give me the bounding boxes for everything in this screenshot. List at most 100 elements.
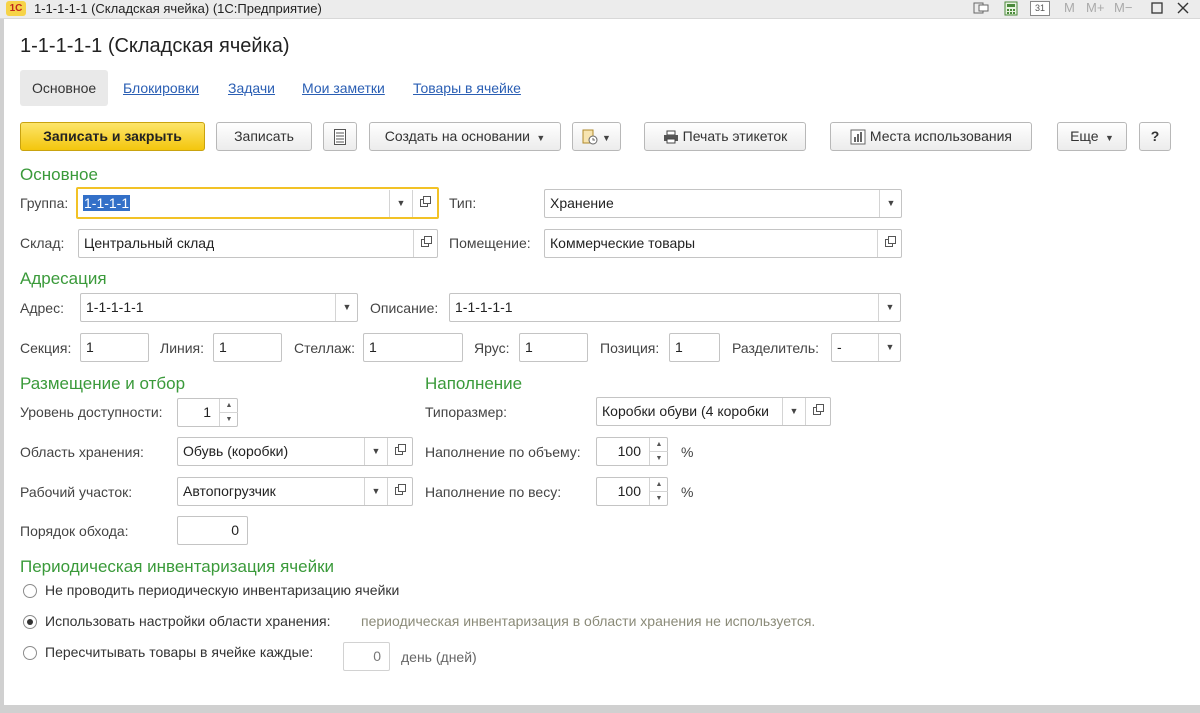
by-volume-value: 100: [617, 443, 641, 459]
group-label: Группа:: [20, 195, 69, 211]
section-placement-header: Размещение и отбор: [20, 374, 186, 393]
open-icon[interactable]: [387, 478, 412, 505]
maximize-button[interactable]: [1146, 0, 1168, 18]
radio-use-area-settings-label[interactable]: Использовать настройки области хранения:: [45, 613, 331, 629]
section-number-label: Секция:: [20, 340, 72, 356]
chevron-down-icon[interactable]: ▼: [878, 334, 901, 361]
tab-locks[interactable]: Блокировки: [123, 70, 199, 106]
memory-minus-button[interactable]: M−: [1114, 0, 1132, 15]
radio-recount-every[interactable]: [23, 646, 37, 660]
storage-area-field[interactable]: Обувь (коробки) ▼: [177, 437, 413, 466]
radio-no-inventory[interactable]: [23, 584, 37, 598]
chevron-down-icon[interactable]: ▼: [389, 190, 412, 217]
description-label: Описание:: [370, 300, 439, 316]
by-weight-label: Наполнение по весу:: [425, 484, 562, 500]
chevron-down-icon[interactable]: ▼: [782, 398, 805, 425]
chevron-down-icon[interactable]: ▼: [878, 294, 901, 321]
page-title: 1-1-1-1-1 (Складская ячейка): [20, 35, 290, 57]
size-label: Типоразмер:: [425, 404, 508, 420]
calendar-icon[interactable]: 31: [1030, 1, 1050, 16]
separator-value: -: [837, 339, 842, 355]
address-label: Адрес:: [20, 300, 64, 316]
access-level-field[interactable]: 1 ▲ ▼: [177, 398, 238, 427]
memory-m-button[interactable]: M: [1064, 0, 1075, 15]
address-value: 1-1-1-1-1: [86, 299, 144, 315]
open-icon[interactable]: [387, 438, 412, 465]
tab-goods-in-cell[interactable]: Товары в ячейке: [413, 70, 521, 106]
section-filling-header: Наполнение: [425, 374, 523, 393]
type-label: Тип:: [449, 195, 477, 211]
storage-area-label: Область хранения:: [20, 444, 144, 460]
chevron-down-icon: ▼: [601, 133, 611, 143]
description-field[interactable]: 1-1-1-1-1 ▼: [449, 293, 901, 322]
tier-label: Ярус:: [474, 340, 510, 356]
by-volume-percent: %: [681, 444, 694, 460]
recount-days-field[interactable]: 0: [343, 642, 390, 671]
room-label: Помещение:: [449, 235, 531, 251]
section-number-value: 1: [86, 339, 94, 355]
memory-plus-button[interactable]: M+: [1086, 0, 1104, 15]
by-weight-spinner[interactable]: ▲ ▼: [649, 478, 668, 505]
radio-recount-every-label[interactable]: Пересчитывать товары в ячейке каждые:: [45, 644, 313, 660]
chevron-down-icon[interactable]: ▼: [335, 294, 358, 321]
print-labels-button[interactable]: Печать этикеток: [644, 122, 806, 151]
help-button[interactable]: ?: [1139, 122, 1171, 151]
warehouse-field[interactable]: Центральный склад: [78, 229, 438, 258]
position-field[interactable]: 1: [669, 333, 720, 362]
size-field[interactable]: Коробки обуви (4 коробки ▼: [596, 397, 831, 426]
by-volume-field[interactable]: 100 ▲ ▼: [596, 437, 668, 466]
line-value: 1: [219, 339, 227, 355]
document-list-button[interactable]: [323, 122, 357, 151]
more-button[interactable]: Еще ▼: [1057, 122, 1127, 151]
chevron-down-icon[interactable]: ▼: [879, 190, 902, 217]
work-area-label: Рабочий участок:: [20, 484, 133, 500]
chevron-down-icon[interactable]: ▼: [364, 478, 387, 505]
open-icon[interactable]: [413, 230, 438, 257]
rack-field[interactable]: 1: [363, 333, 463, 362]
room-field[interactable]: Коммерческие товары: [544, 229, 902, 258]
access-level-label: Уровень доступности:: [20, 404, 163, 420]
by-weight-field[interactable]: 100 ▲ ▼: [596, 477, 668, 506]
report-menu-button[interactable]: ▼: [572, 122, 621, 151]
work-area-value: Автопогрузчик: [183, 483, 276, 499]
tab-my-notes[interactable]: Мои заметки: [302, 70, 385, 106]
save-and-close-button[interactable]: Записать и закрыть: [20, 122, 205, 151]
radio-no-inventory-label[interactable]: Не проводить периодическую инвентаризаци…: [45, 582, 399, 598]
line-label: Линия:: [160, 340, 205, 356]
save-button[interactable]: Записать: [216, 122, 312, 151]
radio-use-area-settings[interactable]: [23, 615, 37, 629]
section-main-header: Основное: [20, 165, 98, 184]
tab-tasks[interactable]: Задачи: [228, 70, 275, 106]
work-area-field[interactable]: Автопогрузчик ▼: [177, 477, 413, 506]
link-icon[interactable]: [972, 1, 990, 16]
by-volume-spinner[interactable]: ▲ ▼: [649, 438, 668, 465]
usage-places-button[interactable]: Места использования: [830, 122, 1032, 151]
calculator-icon[interactable]: [1002, 1, 1020, 16]
address-field[interactable]: 1-1-1-1-1 ▼: [80, 293, 358, 322]
open-icon[interactable]: [805, 398, 830, 425]
window-titlebar: 1С 1-1-1-1-1 (Складская ячейка) (1С:Пред…: [0, 0, 1200, 19]
type-field[interactable]: Хранение ▼: [544, 189, 902, 218]
storage-area-value: Обувь (коробки): [183, 443, 289, 459]
open-icon[interactable]: [412, 190, 437, 217]
section-number-field[interactable]: 1: [80, 333, 149, 362]
open-icon[interactable]: [877, 230, 902, 257]
position-label: Позиция:: [600, 340, 660, 356]
create-based-on-button[interactable]: Создать на основании ▼: [369, 122, 561, 151]
chevron-down-icon: ▼: [533, 133, 546, 143]
line-field[interactable]: 1: [213, 333, 282, 362]
tab-main[interactable]: Основное: [20, 70, 109, 106]
chevron-down-icon[interactable]: ▼: [364, 438, 387, 465]
window-left-border: [0, 19, 4, 713]
description-value: 1-1-1-1-1: [455, 299, 513, 315]
separator-field[interactable]: - ▼: [831, 333, 901, 362]
close-button[interactable]: [1172, 0, 1194, 18]
chevron-down-icon: ▼: [1102, 133, 1114, 143]
warehouse-value: Центральный склад: [84, 235, 215, 251]
access-level-spinner[interactable]: ▲ ▼: [219, 399, 238, 426]
bypass-order-label: Порядок обхода:: [20, 523, 129, 539]
group-field[interactable]: 1-1-1-1 ▼: [76, 187, 439, 219]
bypass-order-value: 0: [231, 522, 239, 538]
bypass-order-field[interactable]: 0: [177, 516, 248, 545]
tier-field[interactable]: 1: [519, 333, 588, 362]
